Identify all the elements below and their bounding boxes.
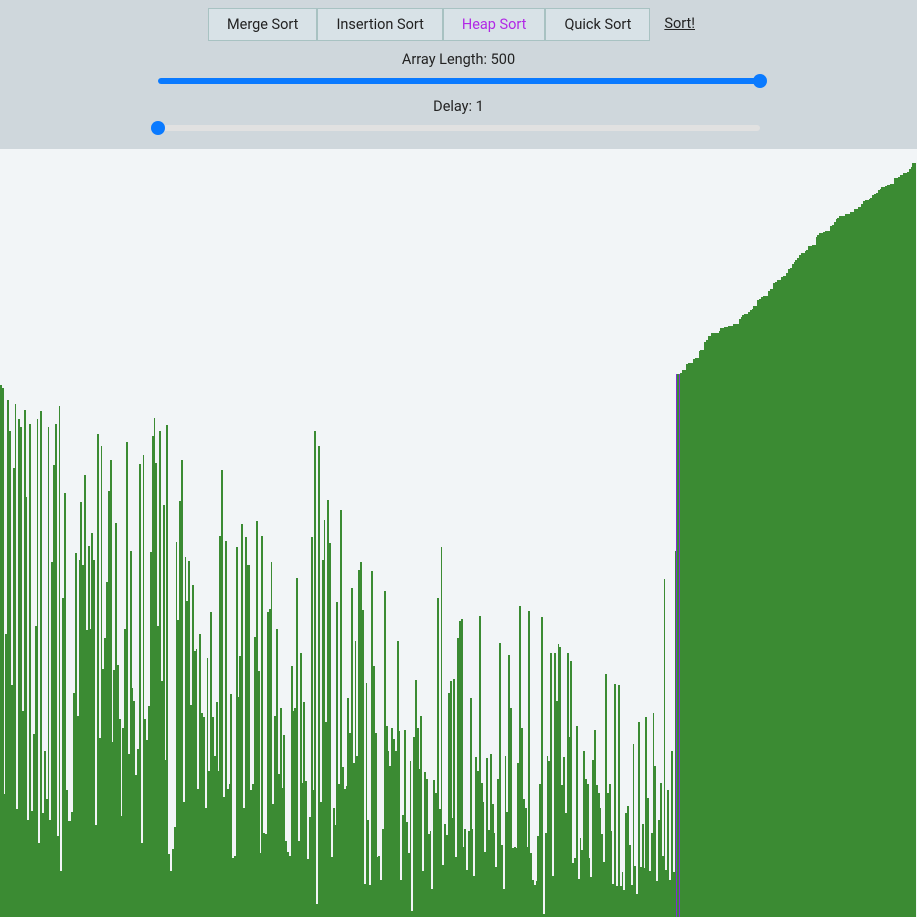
- delay-slider-thumb[interactable]: [151, 121, 165, 135]
- insertion-sort-button[interactable]: Insertion Sort: [317, 8, 442, 41]
- chart-bar: [618, 685, 620, 917]
- array-length-slider[interactable]: [158, 74, 760, 88]
- array-length-value: 500: [491, 51, 515, 68]
- heap-sort-button[interactable]: Heap Sort: [443, 8, 546, 41]
- array-length-label: Array Length: 500: [402, 51, 515, 68]
- array-length-slider-fill: [158, 78, 760, 84]
- controls-panel: Merge Sort Insertion Sort Heap Sort Quic…: [0, 0, 917, 149]
- sort-link[interactable]: Sort!: [650, 8, 709, 41]
- delay-label-prefix: Delay:: [433, 98, 475, 115]
- delay-label: Delay: 1: [433, 98, 484, 115]
- chart-bar: [410, 761, 412, 917]
- delay-slider[interactable]: [158, 121, 760, 135]
- chart-bar: [441, 547, 443, 917]
- chart-bar: [914, 163, 916, 917]
- algorithm-button-row: Merge Sort Insertion Sort Heap Sort Quic…: [208, 8, 709, 41]
- chart-bar: [664, 579, 666, 917]
- chart-bar: [166, 425, 168, 917]
- chart-bar: [541, 617, 543, 917]
- merge-sort-button[interactable]: Merge Sort: [208, 8, 317, 41]
- array-length-label-prefix: Array Length:: [402, 51, 491, 68]
- chart-bar: [314, 431, 316, 917]
- chart-bar: [362, 610, 364, 917]
- quick-sort-button[interactable]: Quick Sort: [545, 8, 650, 41]
- chart-bar: [59, 406, 61, 917]
- chart-bar: [614, 684, 616, 917]
- delay-slider-track: [158, 125, 760, 131]
- delay-value: 1: [476, 98, 484, 115]
- bar-chart: [0, 149, 917, 917]
- array-length-slider-thumb[interactable]: [753, 74, 767, 88]
